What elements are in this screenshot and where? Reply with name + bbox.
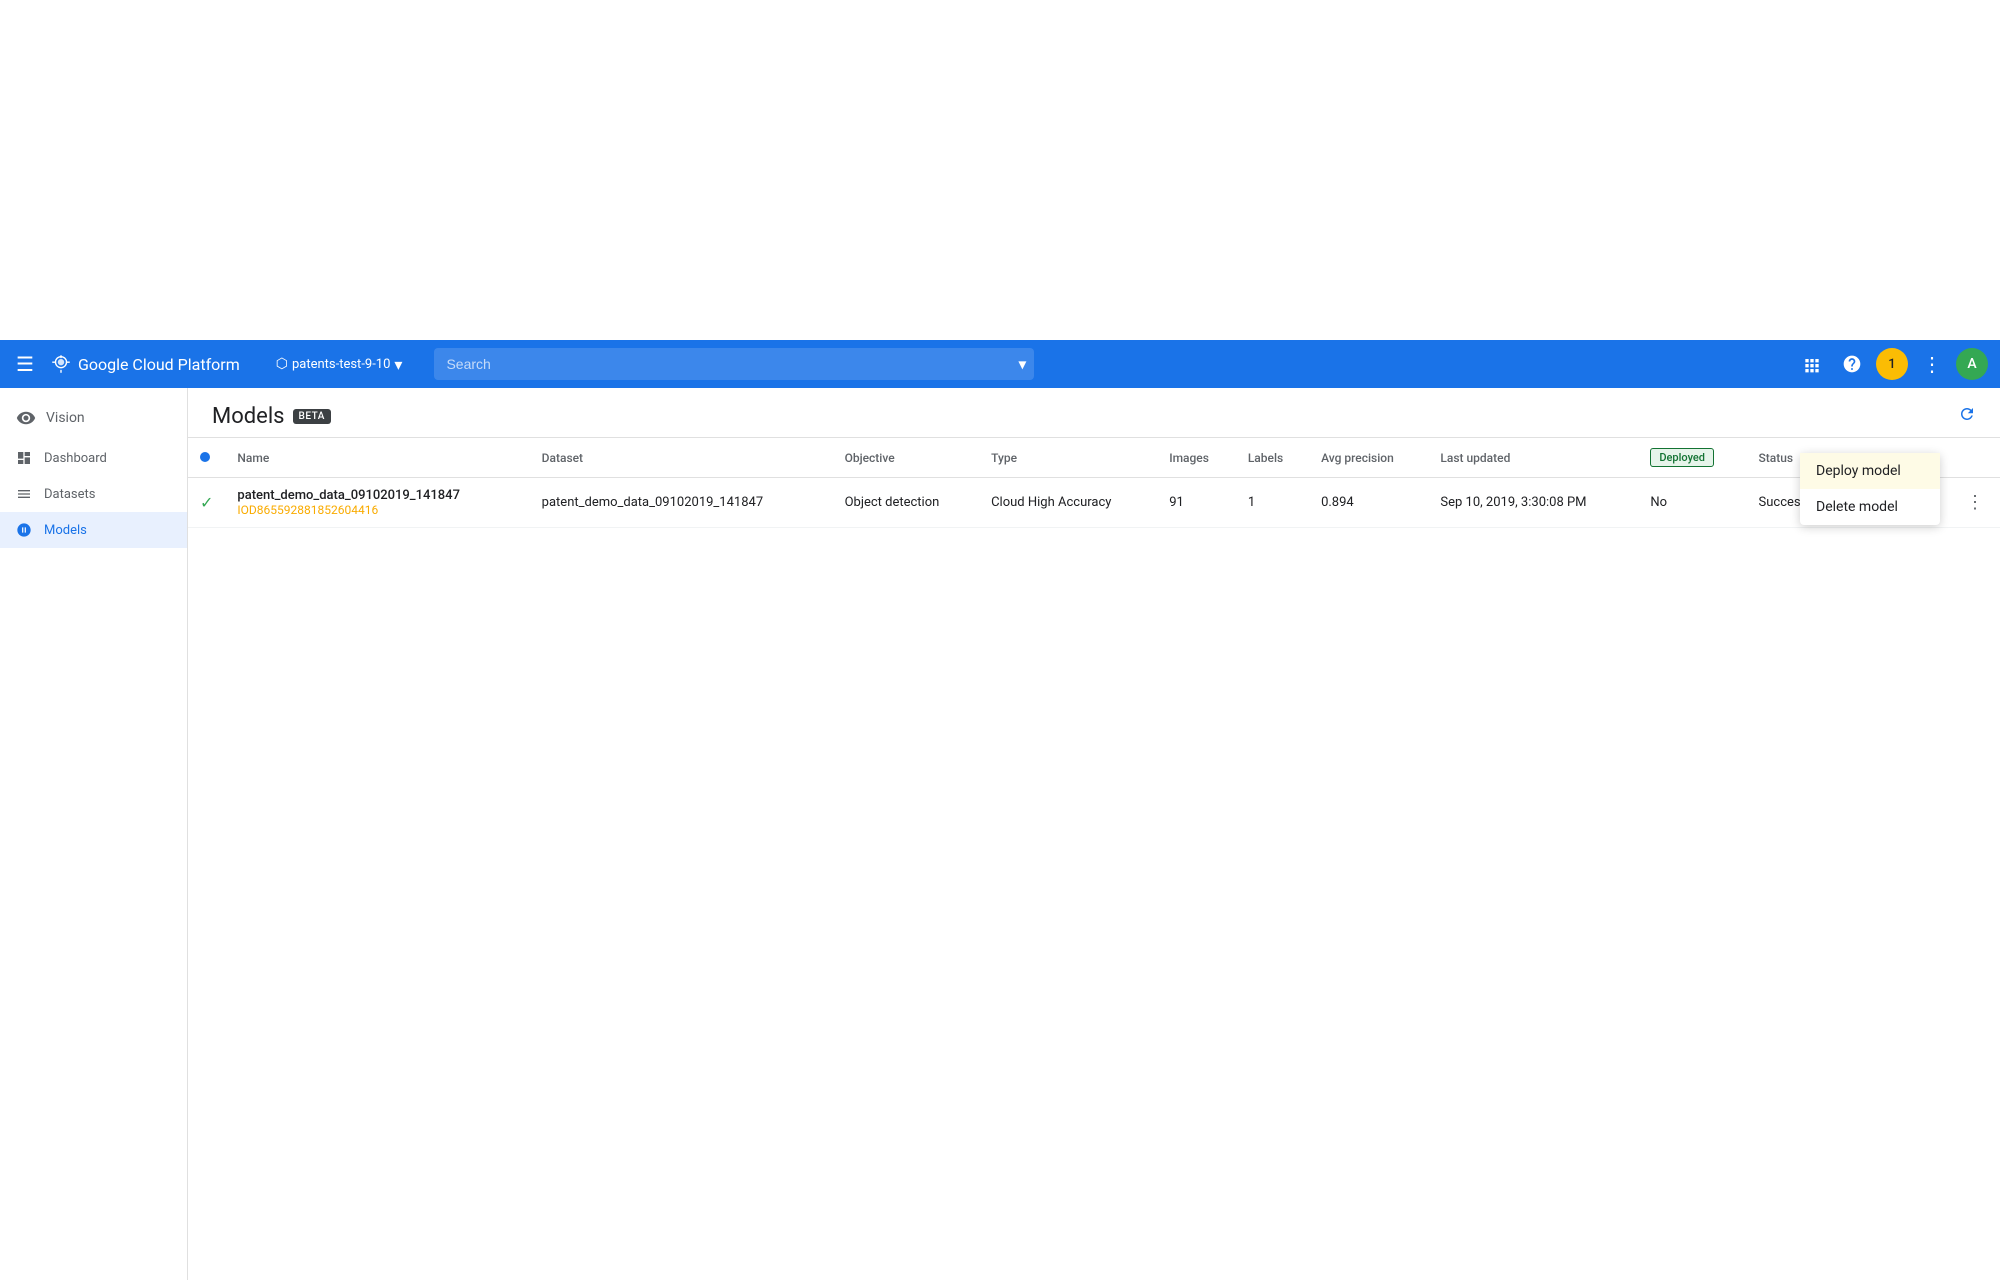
sidebar-item-models-label: Models: [44, 523, 87, 538]
row-labels: 1: [1236, 478, 1309, 528]
brand-name: Google Cloud Platform: [78, 355, 240, 374]
th-objective: Objective: [833, 438, 980, 478]
content-header: Models BETA: [188, 388, 2000, 438]
eye-icon: [16, 408, 36, 428]
navbar: ☰ Google Cloud Platform ⬡ patents-test-9…: [0, 340, 2000, 388]
model-name[interactable]: patent_demo_data_09102019_141847: [237, 488, 517, 503]
dashboard-icon: [16, 450, 32, 466]
notification-count: 1: [1888, 357, 1895, 372]
sidebar-item-datasets[interactable]: Datasets: [0, 476, 187, 512]
more-options-icon-button[interactable]: ⋮: [1916, 346, 1948, 382]
project-selector[interactable]: ⬡ patents-test-9-10 ▾: [268, 351, 411, 378]
th-status-indicator: [188, 438, 225, 478]
sidebar-vision-header: Vision: [0, 396, 187, 440]
row-dataset: patent_demo_data_09102019_141847: [530, 478, 833, 528]
th-labels: Labels: [1236, 438, 1309, 478]
th-dataset: Dataset: [530, 438, 833, 478]
refresh-icon[interactable]: [1958, 405, 1976, 428]
row-deployed: No: [1638, 478, 1746, 528]
th-name: Name: [225, 438, 529, 478]
th-actions: [1950, 438, 2000, 478]
chevron-down-icon: ▾: [394, 355, 402, 374]
datasets-icon: [16, 486, 32, 502]
brand-logo: Google Cloud Platform: [50, 353, 240, 375]
context-menu: Deploy model Delete model: [1800, 453, 1940, 525]
table-row: ✓ patent_demo_data_09102019_141847 IOD86…: [188, 478, 2000, 528]
th-avg-precision: Avg precision: [1309, 438, 1428, 478]
th-type: Type: [979, 438, 1157, 478]
beta-badge: BETA: [293, 409, 331, 424]
sidebar-vision-label: Vision: [46, 410, 85, 426]
row-actions: ⋮: [1950, 478, 2000, 528]
navbar-left: ☰ Google Cloud Platform ⬡ patents-test-9…: [12, 348, 410, 380]
th-last-updated: Last updated: [1428, 438, 1638, 478]
row-more-button[interactable]: ⋮: [1962, 488, 1988, 517]
row-last-updated: Sep 10, 2019, 3:30:08 PM: [1428, 478, 1638, 528]
th-deployed[interactable]: Deployed: [1638, 438, 1746, 478]
deploy-model-menu-item[interactable]: Deploy model: [1800, 453, 1940, 489]
more-dots-icon: ⋮: [1922, 352, 1942, 376]
sidebar-item-datasets-label: Datasets: [44, 487, 96, 502]
gcp-logo-icon: [50, 353, 72, 375]
row-status-indicator: ✓: [188, 478, 225, 528]
row-avg-precision: 0.894: [1309, 478, 1428, 528]
success-check-icon: ✓: [200, 493, 213, 512]
hamburger-icon[interactable]: ☰: [12, 348, 38, 380]
user-avatar[interactable]: A: [1956, 348, 1988, 380]
notification-badge[interactable]: 1: [1876, 348, 1908, 380]
models-icon: [16, 522, 32, 538]
sidebar: Vision Dashboard Datasets Models: [0, 388, 188, 1280]
project-name: patents-test-9-10: [292, 357, 390, 372]
sidebar-item-dashboard[interactable]: Dashboard: [0, 440, 187, 476]
content-title-row: Models BETA: [212, 404, 331, 429]
th-images: Images: [1157, 438, 1236, 478]
sidebar-item-dashboard-label: Dashboard: [44, 451, 107, 466]
project-icon: ⬡: [276, 356, 288, 372]
status-dot-header: [200, 452, 210, 462]
row-name-cell: patent_demo_data_09102019_141847 IOD8655…: [225, 478, 529, 528]
sidebar-item-models[interactable]: Models: [0, 512, 187, 548]
model-id[interactable]: IOD865592881852604416: [237, 503, 517, 517]
help-icon-button[interactable]: [1836, 348, 1868, 380]
row-type: Cloud High Accuracy: [979, 478, 1157, 528]
row-images: 91: [1157, 478, 1236, 528]
models-table: Name Dataset Objective Type Images Label…: [188, 438, 2000, 528]
delete-model-menu-item[interactable]: Delete model: [1800, 489, 1940, 525]
apps-icon-button[interactable]: [1796, 348, 1828, 380]
deployed-badge-header: Deployed: [1650, 448, 1714, 467]
search-input[interactable]: [434, 348, 1034, 380]
search-container: ▾: [434, 348, 1034, 380]
main-content: Models BETA Name Dataset Objective Type …: [188, 388, 2000, 1280]
search-dropdown-icon[interactable]: ▾: [1018, 355, 1026, 374]
navbar-right: 1 ⋮ A: [1796, 346, 1988, 382]
page-title: Models: [212, 404, 285, 429]
row-objective: Object detection: [833, 478, 980, 528]
table-container: Name Dataset Objective Type Images Label…: [188, 438, 2000, 528]
